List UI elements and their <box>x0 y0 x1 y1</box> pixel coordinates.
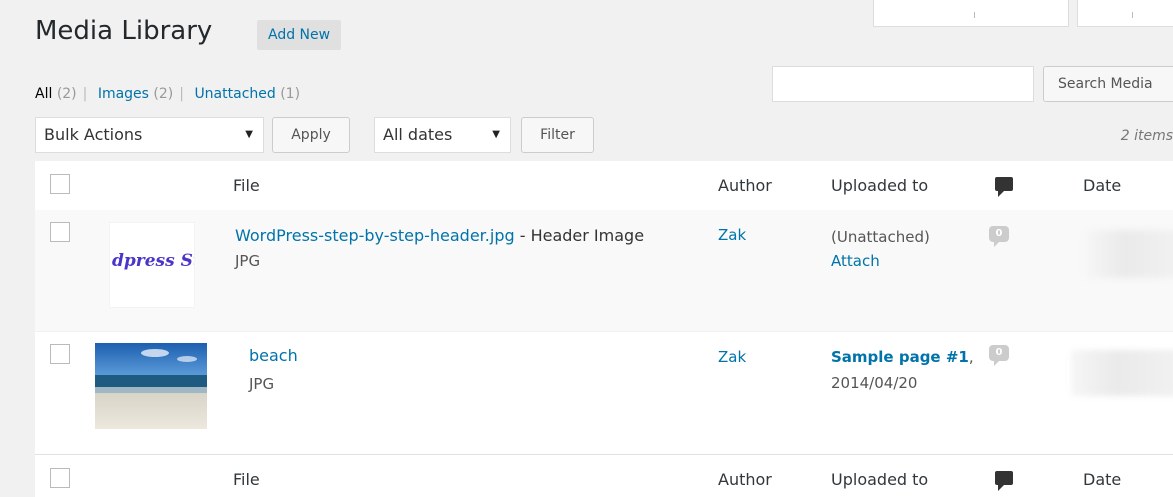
top-field-2[interactable] <box>1077 0 1173 27</box>
thumbnail[interactable] <box>95 343 207 429</box>
file-type: JPG <box>249 375 275 393</box>
comment-count-bubble[interactable]: 0 <box>989 226 1009 247</box>
comment-icon[interactable] <box>995 471 1013 491</box>
bulk-actions-selected: Bulk Actions <box>44 125 143 144</box>
file-name-link[interactable]: WordPress-step-by-step-header.jpg <box>235 226 515 245</box>
select-all-checkbox[interactable] <box>50 174 70 194</box>
select-all-checkbox-footer[interactable] <box>50 468 70 488</box>
comma: , <box>968 348 974 366</box>
filter-images-count: (2) <box>153 86 174 102</box>
dropdown-arrow-icon: ▼ <box>492 129 500 140</box>
filter-images-link[interactable]: Images <box>98 86 149 102</box>
dates-select[interactable]: All dates ▼ <box>374 117 511 153</box>
attach-link[interactable]: Attach <box>831 252 880 270</box>
dates-selected: All dates <box>383 125 453 144</box>
bulk-actions-select[interactable]: Bulk Actions ▼ <box>35 117 264 153</box>
column-uploaded-to[interactable]: Uploaded to <box>831 176 928 195</box>
row-checkbox[interactable] <box>50 344 70 364</box>
dropdown-arrow-icon: ▼ <box>245 129 253 140</box>
add-new-button[interactable]: Add New <box>257 20 342 50</box>
author-link[interactable]: Zak <box>718 348 746 366</box>
top-field-1[interactable] <box>873 0 1069 27</box>
date-value-redacted <box>1071 350 1173 396</box>
search-media-button[interactable]: Search Media <box>1043 66 1173 102</box>
filter-button[interactable]: Filter <box>521 117 594 153</box>
column-file-footer[interactable]: File <box>233 470 260 489</box>
file-name-link[interactable]: beach <box>249 346 298 365</box>
page-title: Media Library <box>35 16 213 46</box>
column-date-footer[interactable]: Date <box>1083 470 1121 489</box>
filter-all-count: (2) <box>56 86 77 102</box>
search-input[interactable] <box>772 66 1034 102</box>
table-footer: File Author Uploaded to Date <box>35 455 1173 497</box>
date-value-redacted <box>1085 230 1173 278</box>
file-type: JPG <box>235 252 261 270</box>
uploaded-to: Sample page #1, <box>831 348 974 366</box>
column-date[interactable]: Date <box>1083 176 1121 195</box>
table-row: beach JPG Zak Sample page #1, 2014/04/20… <box>35 332 1173 455</box>
uploaded-date: 2014/04/20 <box>831 374 918 392</box>
table-header: File Author Uploaded to Date <box>35 161 1173 211</box>
filter-unattached-count: (1) <box>280 86 301 102</box>
items-count: 2 items <box>1120 128 1173 144</box>
thumbnail-text: dpress St <box>112 251 195 271</box>
thumbnail[interactable]: dpress St <box>109 222 195 308</box>
divider: | <box>179 86 184 102</box>
media-filter-links: All (2) | Images (2) | Unattached (1) <box>35 86 300 102</box>
file-title: WordPress-step-by-step-header.jpg - Head… <box>235 226 644 245</box>
beach-thumbnail-image <box>95 343 207 429</box>
column-author[interactable]: Author <box>718 176 772 195</box>
uploaded-status: (Unattached) <box>831 228 930 246</box>
column-file[interactable]: File <box>233 176 260 195</box>
file-title-suffix: - Header Image <box>514 226 645 245</box>
filter-all-link[interactable]: All <box>35 86 52 102</box>
author-link[interactable]: Zak <box>718 226 746 244</box>
column-author-footer[interactable]: Author <box>718 470 772 489</box>
comment-icon[interactable] <box>995 177 1013 197</box>
comment-count-bubble[interactable]: 0 <box>989 345 1009 366</box>
table-row: dpress St WordPress-step-by-step-header.… <box>35 210 1173 332</box>
column-uploaded-to-footer[interactable]: Uploaded to <box>831 470 928 489</box>
row-checkbox[interactable] <box>50 222 70 242</box>
filter-unattached-link[interactable]: Unattached <box>194 86 275 102</box>
divider: | <box>82 86 88 102</box>
apply-button[interactable]: Apply <box>272 117 350 153</box>
parent-page-link[interactable]: Sample page #1 <box>831 348 969 366</box>
